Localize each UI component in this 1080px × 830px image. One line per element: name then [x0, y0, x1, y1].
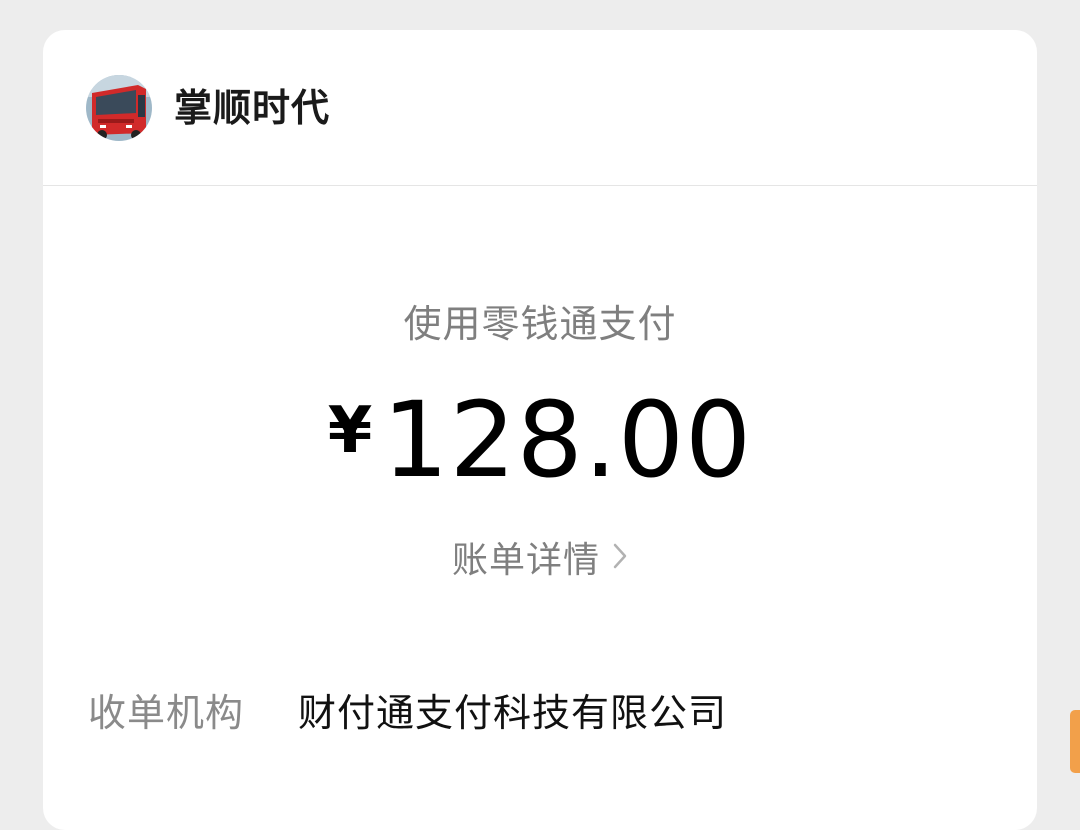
bill-detail-label: 账单详情	[451, 540, 600, 581]
chevron-right-icon	[612, 533, 628, 585]
currency-symbol: ¥	[327, 394, 373, 468]
bus-avatar-icon	[86, 75, 152, 141]
scroll-indicator[interactable]	[1070, 710, 1080, 773]
info-row-acquirer: 收单机构 财付通支付科技有限公司	[88, 685, 988, 741]
info-label: 收单机构	[88, 691, 245, 735]
payment-amount: ¥128.00	[43, 380, 1037, 500]
payment-method-label: 使用零钱通支付	[403, 302, 677, 346]
merchant-header[interactable]: 掌顺时代	[43, 30, 1037, 186]
merchant-name: 掌顺时代	[174, 86, 331, 130]
payment-card: 掌顺时代 使用零钱通支付 ¥128.00 账单详情 收单机构 财付通支付科技有限…	[43, 30, 1037, 830]
amount-value: 128.00	[382, 379, 753, 501]
info-value: 财付通支付科技有限公司	[298, 691, 728, 735]
bill-detail-link[interactable]: 账单详情	[43, 535, 1037, 587]
